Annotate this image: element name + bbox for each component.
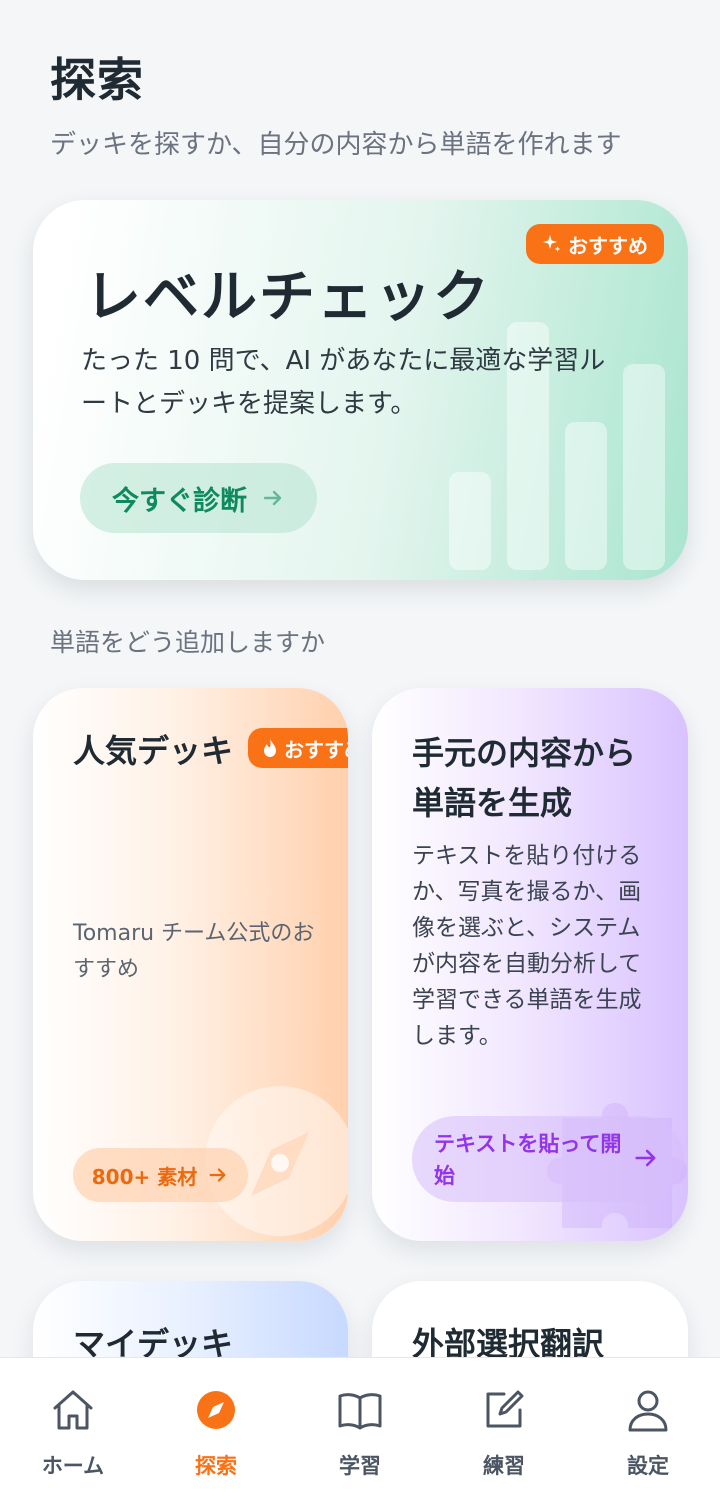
edit-icon	[486, 1390, 524, 1428]
decor-bar	[623, 364, 665, 570]
book-icon	[338, 1393, 382, 1430]
popular-materials-label: 800+ 素材	[91, 1164, 198, 1189]
start-diagnosis-label: 今すぐ診断	[112, 485, 247, 517]
recommended-badge-label: おすすめ	[568, 233, 648, 258]
recommended-badge: おすすめ	[526, 224, 664, 264]
decor-bar	[449, 472, 491, 570]
page-title: 探索	[50, 53, 144, 107]
tab-home[interactable]: ホーム	[13, 1386, 133, 1480]
generate-words-card[interactable]: 手元の内容から単語を生成 テキストを貼り付けるか、写真を撮るか、画像を選ぶと、シ…	[372, 688, 688, 1241]
popular-deck-card[interactable]: 人気デッキ おすすめ Tomaru チーム公式のおすすめ 800+ 素材	[33, 688, 348, 1241]
start-diagnosis-button[interactable]: 今すぐ診断	[80, 463, 317, 533]
generate-words-title: 手元の内容から単語を生成	[412, 734, 637, 822]
paste-text-start-label: テキストを貼って開始	[434, 1132, 622, 1188]
flame-icon	[264, 739, 276, 757]
tab-settings-label: 設定	[627, 1454, 669, 1478]
hero-title: レベルチェック	[85, 265, 491, 330]
hero-description: たった 10 問で、AI があなたに最適な学習ルートとデッキを提案します。	[81, 346, 606, 419]
home-icon	[53, 1390, 93, 1430]
level-check-card[interactable]: おすすめ レベルチェック たった 10 問で、AI があなたに最適な学習ルートと…	[33, 200, 688, 580]
tab-home-label: ホーム	[41, 1454, 105, 1478]
page-subtitle: デッキを探すか、自分の内容から単語を作れます	[50, 130, 622, 160]
tab-explore[interactable]: 探索	[156, 1386, 276, 1480]
tab-settings[interactable]: 設定	[588, 1386, 708, 1480]
popular-materials-button[interactable]: 800+ 素材	[73, 1148, 248, 1202]
decor-bar	[565, 422, 607, 570]
user-icon	[628, 1390, 668, 1432]
tab-practice-label: 練習	[483, 1454, 525, 1478]
tab-study[interactable]: 学習	[300, 1386, 420, 1480]
compass-icon	[197, 1391, 235, 1429]
popular-deck-description: Tomaru チーム公式のおすすめ	[73, 921, 315, 982]
tab-study-label: 学習	[339, 1454, 381, 1478]
popular-badge-label: おすすめ	[284, 737, 348, 762]
paste-text-start-button[interactable]: テキストを貼って開始	[412, 1116, 684, 1202]
tab-practice[interactable]: 練習	[444, 1386, 564, 1480]
section-title: 単語をどう追加しますか	[50, 628, 326, 657]
arrow-right-icon	[263, 490, 282, 506]
popular-recommended-badge: おすすめ	[248, 728, 348, 768]
page-header: 探索 デッキを探すか、自分の内容から単語を作れます	[50, 44, 621, 161]
popular-deck-title: 人気デッキ	[73, 732, 234, 770]
sparkle-icon	[543, 235, 561, 252]
bottom-tab-bar: ホーム 探索 学習 練習 設定	[0, 1357, 720, 1505]
arrow-right-icon	[209, 1168, 226, 1182]
generate-words-description: テキストを貼り付けるか、写真を撮るか、画像を選ぶと、システムが内容を自動分析して…	[412, 843, 642, 1049]
tab-explore-label: 探索	[195, 1454, 237, 1478]
arrow-right-icon	[635, 1149, 656, 1167]
